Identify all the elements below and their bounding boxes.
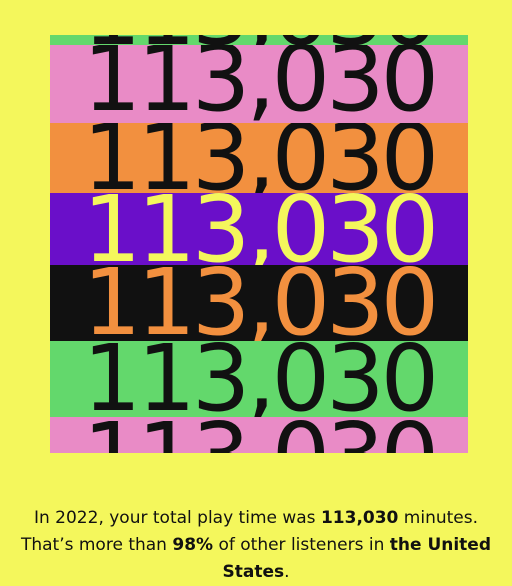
number-band-orange: 113,030	[50, 123, 468, 193]
number-band-pink: 113,030	[50, 45, 468, 123]
number-band-green-top: 113,030	[50, 35, 468, 45]
number-band-green: 113,030	[50, 341, 468, 417]
band-number: 113,030	[82, 45, 439, 123]
number-band-purple: 113,030	[50, 193, 468, 265]
minutes-value: 113,030	[320, 508, 399, 528]
band-number: 113,030	[82, 123, 439, 193]
band-number: 113,030	[82, 341, 439, 417]
number-band-black: 113,030	[50, 265, 468, 341]
band-number: 113,030	[82, 193, 439, 265]
percent-value: 98%	[172, 535, 214, 555]
band-number: 113,030	[82, 265, 439, 341]
play-time-artwork: 113,030 113,030 113,030 113,030 113,030 …	[50, 35, 468, 453]
band-number: 113,030	[83, 417, 439, 453]
number-band-pink-bottom: 113,030	[50, 417, 468, 453]
band-number: 113,030	[83, 35, 439, 45]
